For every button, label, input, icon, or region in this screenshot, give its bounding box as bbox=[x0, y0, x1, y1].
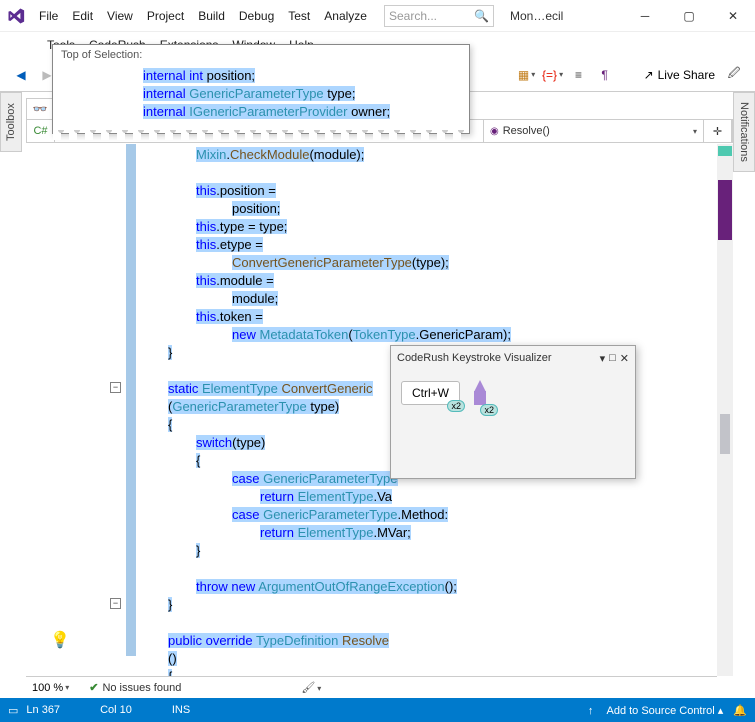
popup-close-button[interactable]: ✕ bbox=[620, 352, 629, 365]
keystroke-visualizer-window[interactable]: CodeRush Keystroke Visualizer ▾ □ ✕ Ctrl… bbox=[390, 345, 636, 479]
menu-edit[interactable]: Edit bbox=[65, 5, 100, 27]
issues-indicator[interactable]: ✔ No issues found bbox=[89, 681, 181, 694]
menu-debug[interactable]: Debug bbox=[232, 5, 281, 27]
maximize-button[interactable]: ▢ bbox=[667, 1, 711, 31]
menu-project[interactable]: Project bbox=[140, 5, 191, 27]
breadcrumb-member[interactable]: ◉ Resolve() ▾ bbox=[484, 120, 704, 142]
keystroke-key: Ctrl+W x2 bbox=[401, 381, 460, 405]
outline-toggle[interactable]: − bbox=[110, 598, 121, 609]
notifications-panel-tab[interactable]: Notifications bbox=[733, 92, 755, 172]
close-button[interactable]: ✕ bbox=[711, 1, 755, 31]
status-line[interactable]: Ln 367 bbox=[26, 704, 60, 716]
live-share-icon: ↗ bbox=[644, 68, 654, 82]
nav-back-button[interactable]: ◀ bbox=[9, 63, 33, 87]
menu-build[interactable]: Build bbox=[191, 5, 232, 27]
feedback-button[interactable]: 🖉 bbox=[722, 63, 746, 87]
menu-file[interactable]: File bbox=[32, 5, 65, 27]
live-share-label: Live Share bbox=[658, 68, 715, 82]
brush-icon[interactable]: 🖌▾ bbox=[301, 681, 321, 694]
toolbar-list-icon[interactable]: ≡ bbox=[567, 63, 591, 87]
peek-button[interactable]: 👓 bbox=[26, 98, 54, 120]
menu-test[interactable]: Test bbox=[281, 5, 317, 27]
notifications-button[interactable]: 🔔 bbox=[733, 704, 747, 717]
popup-dropdown-button[interactable]: ▾ bbox=[600, 352, 606, 365]
search-placeholder: Search... bbox=[389, 9, 437, 23]
crystal-count-badge: x2 bbox=[480, 404, 498, 416]
toolbar-para-icon[interactable]: ¶ bbox=[593, 63, 617, 87]
toolbox-panel-tab[interactable]: Toolbox bbox=[0, 92, 22, 152]
breadcrumb-member-label: Resolve() bbox=[503, 125, 550, 137]
breadcrumb-lang[interactable]: C# bbox=[27, 120, 55, 142]
lightbulb-icon[interactable]: 💡 bbox=[50, 632, 70, 650]
keystroke-count-badge: x2 bbox=[447, 400, 465, 412]
toolbar-braces-icon[interactable]: {=}▾ bbox=[541, 63, 565, 87]
keystroke-title: CodeRush Keystroke Visualizer bbox=[397, 352, 551, 364]
search-input[interactable]: Search... 🔍 bbox=[384, 5, 494, 27]
status-bar: ▭ Ln 367 Col 10 INS ↑ Add to Source Cont… bbox=[0, 698, 755, 722]
breadcrumb-split-button[interactable]: ✛ bbox=[704, 120, 732, 142]
check-icon: ✔ bbox=[89, 681, 98, 694]
menu-analyze[interactable]: Analyze bbox=[317, 5, 374, 27]
outline-toggle[interactable]: − bbox=[110, 382, 121, 393]
solution-name[interactable]: Mon…ecil bbox=[510, 9, 563, 23]
popup-header: Top of Selection: bbox=[53, 45, 469, 65]
zoom-selector[interactable]: 100 %▾ bbox=[32, 682, 69, 694]
selection-preview-popup: Top of Selection: internal int position;… bbox=[52, 44, 470, 134]
vs-logo bbox=[0, 0, 32, 32]
minimize-button[interactable]: ─ bbox=[623, 1, 667, 31]
status-col[interactable]: Col 10 bbox=[100, 704, 132, 716]
live-share-button[interactable]: ↗ Live Share bbox=[638, 68, 721, 82]
popup-maximize-button[interactable]: □ bbox=[609, 352, 616, 365]
source-control-button[interactable]: ↑ Add to Source Control ▴ bbox=[588, 704, 723, 717]
toolbar-bracket-icon[interactable]: ▦ ▾ bbox=[515, 63, 539, 87]
status-window-icon[interactable]: ▭ bbox=[8, 704, 18, 717]
search-icon: 🔍 bbox=[474, 9, 489, 23]
crystal-icon bbox=[470, 380, 490, 406]
method-icon: ◉ bbox=[490, 126, 499, 137]
status-ins[interactable]: INS bbox=[172, 704, 190, 716]
menu-view[interactable]: View bbox=[100, 5, 140, 27]
vertical-scrollbar[interactable] bbox=[717, 144, 733, 676]
